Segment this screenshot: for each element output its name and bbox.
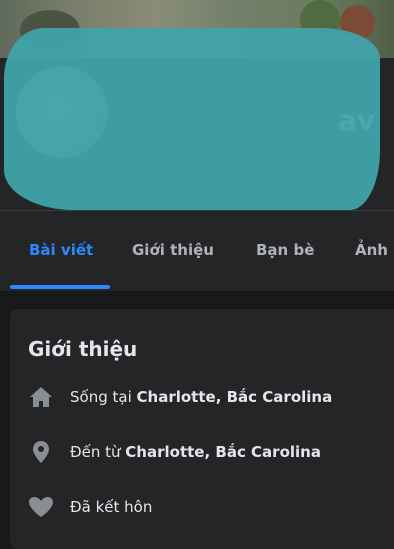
tab-photos[interactable]: Ảnh (355, 241, 388, 259)
tab-about[interactable]: Giới thiệu (132, 241, 214, 259)
intro-item-from: Đến từ Charlotte, Bắc Carolina (28, 440, 321, 464)
tab-friends[interactable]: Bạn bè (256, 241, 314, 259)
intro-item-lives-in: Sống tại Charlotte, Bắc Carolina (28, 385, 332, 409)
intro-link-lives-in[interactable]: Charlotte, Bắc Carolina (137, 388, 333, 406)
intro-item-relationship: Đã kết hôn (28, 495, 152, 519)
active-tab-indicator (10, 285, 110, 289)
redaction-mark (4, 28, 380, 210)
location-pin-icon (28, 440, 54, 464)
intro-title: Giới thiệu (28, 337, 138, 361)
home-icon (28, 385, 54, 409)
intro-card: Giới thiệu Sống tại Charlotte, Bắc Carol… (10, 309, 394, 549)
profile-tabs: Bài viết Giới thiệu Bạn bè Ảnh (0, 211, 394, 291)
tab-posts[interactable]: Bài viết (29, 241, 93, 259)
heart-icon (28, 495, 54, 519)
intro-link-from[interactable]: Charlotte, Bắc Carolina (125, 443, 321, 461)
